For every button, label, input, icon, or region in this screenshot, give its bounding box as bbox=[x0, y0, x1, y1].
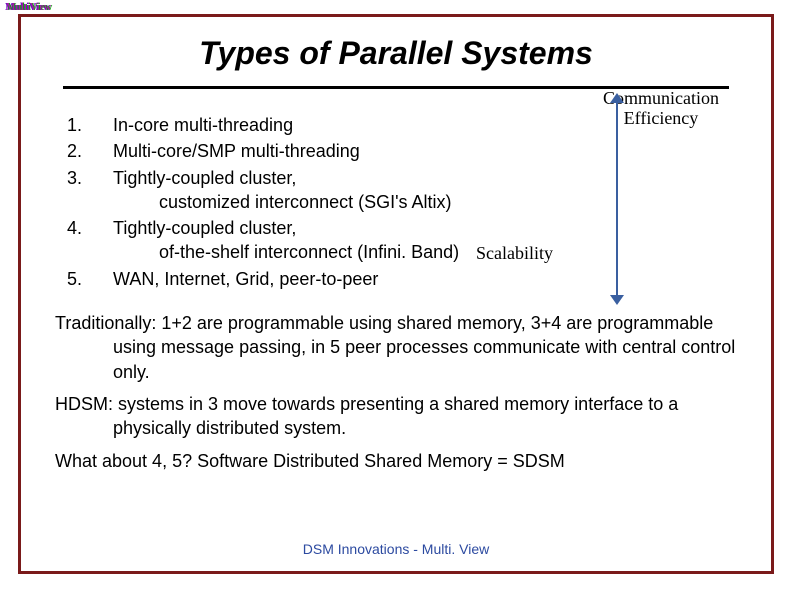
list-text: Multi-core/SMP multi-threading bbox=[113, 139, 743, 163]
arrow-head-down-icon bbox=[610, 295, 624, 305]
axis-top-line2: Efficiency bbox=[624, 108, 699, 128]
list-num: 4. bbox=[67, 216, 113, 265]
list-num: 1. bbox=[67, 113, 113, 137]
list-num: 5. bbox=[67, 267, 113, 291]
paragraph-hdsm: HDSM: systems in 3 move towards presenti… bbox=[55, 392, 737, 441]
list-text-sub: of-the-shelf interconnect (Infini. Band) bbox=[159, 240, 743, 264]
list-item: 2. Multi-core/SMP multi-threading bbox=[67, 139, 743, 163]
logo: MultiView bbox=[6, 2, 66, 24]
paragraphs: Traditionally: 1+2 are programmable usin… bbox=[49, 311, 743, 473]
arrow-line bbox=[616, 99, 618, 299]
list-num: 2. bbox=[67, 139, 113, 163]
list-item: 5. WAN, Internet, Grid, peer-to-peer bbox=[67, 267, 743, 291]
slide-frame: Types of Parallel Systems Communication … bbox=[18, 14, 774, 574]
vertical-arrow bbox=[609, 93, 625, 305]
list-text: WAN, Internet, Grid, peer-to-peer bbox=[113, 267, 743, 291]
list-text-main: Tightly-coupled cluster, bbox=[113, 218, 296, 238]
paragraph-whatabout: What about 4, 5? Software Distributed Sh… bbox=[55, 449, 737, 473]
footer-text: DSM Innovations - Multi. View bbox=[21, 541, 771, 557]
list-text: Tightly-coupled cluster, of-the-shelf in… bbox=[113, 216, 743, 265]
content-area: Communication Efficiency Scalability 1. … bbox=[21, 89, 771, 473]
list-text: Tightly-coupled cluster, customized inte… bbox=[113, 166, 743, 215]
slide-title: Types of Parallel Systems bbox=[21, 35, 771, 72]
numbered-list: 1. In-core multi-threading 2. Multi-core… bbox=[67, 113, 743, 291]
list-item: 3. Tightly-coupled cluster, customized i… bbox=[67, 166, 743, 215]
list-item: 4. Tightly-coupled cluster, of-the-shelf… bbox=[67, 216, 743, 265]
axis-mid-label: Scalability bbox=[476, 241, 553, 265]
list-text-main: Tightly-coupled cluster, bbox=[113, 168, 296, 188]
list-num: 3. bbox=[67, 166, 113, 215]
paragraph-traditionally: Traditionally: 1+2 are programmable usin… bbox=[55, 311, 737, 384]
list-text-sub: customized interconnect (SGI's Altix) bbox=[159, 190, 743, 214]
